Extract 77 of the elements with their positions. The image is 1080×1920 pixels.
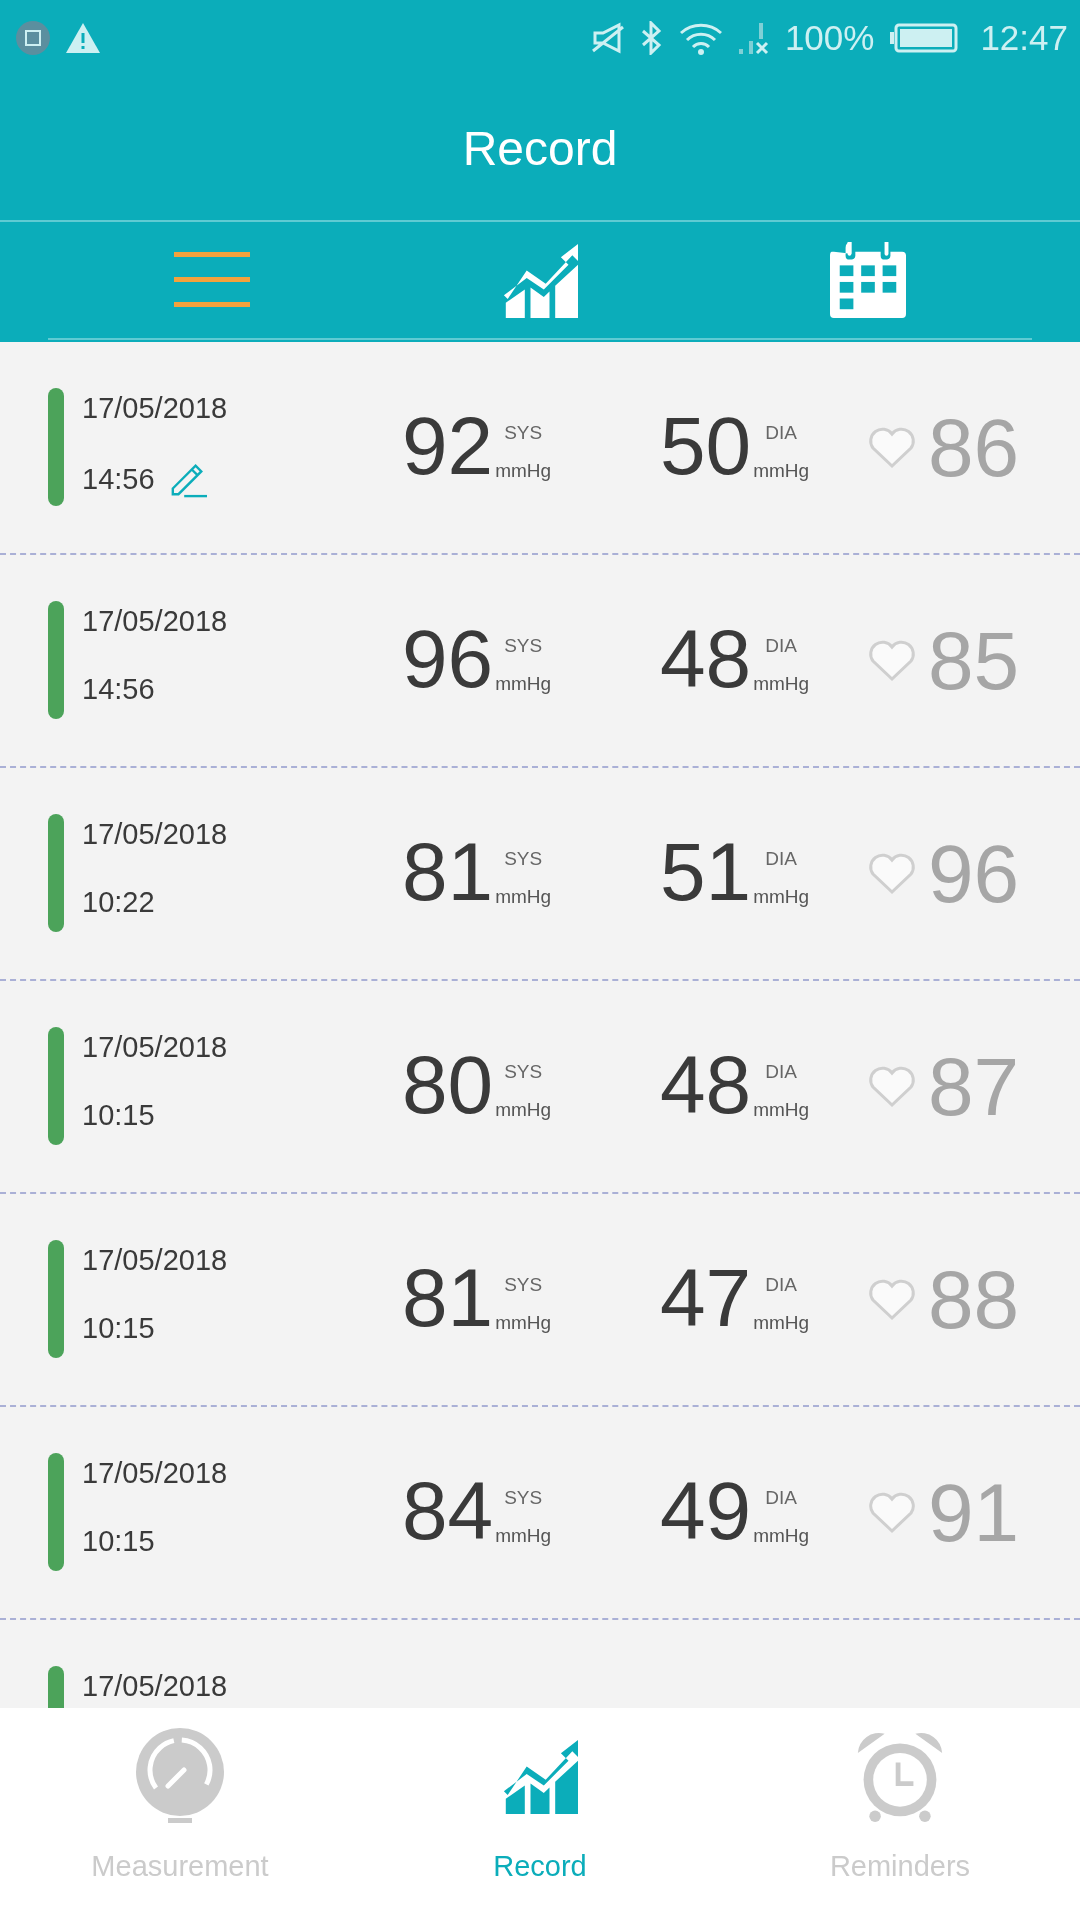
- systolic-label: SYS: [504, 848, 543, 870]
- nav-tab[interactable]: Record: [360, 1708, 720, 1920]
- record-time: 10:22: [82, 886, 155, 919]
- wifi-icon: [678, 21, 723, 55]
- record-date: 17/05/2018: [82, 392, 229, 426]
- unit-label: mmHg: [753, 886, 810, 908]
- bluetooth-icon: [640, 21, 663, 55]
- diastolic-value: 47: [660, 1258, 752, 1338]
- heart-icon: [868, 639, 916, 683]
- unit-label: mmHg: [753, 460, 810, 482]
- record-date: 17/05/2018: [82, 818, 229, 852]
- screenshot-icon: [16, 21, 50, 55]
- record-date: 17/05/2018: [82, 1670, 229, 1704]
- record-time: 14:56: [82, 673, 155, 706]
- diastolic-value: 48: [660, 1045, 752, 1125]
- record-time: 10:15: [82, 1099, 155, 1132]
- systolic-value: 80: [402, 1045, 494, 1125]
- unit-label: mmHg: [753, 1525, 810, 1547]
- record-date: 17/05/2018: [82, 1031, 229, 1065]
- record-date: 17/05/2018: [82, 1244, 229, 1278]
- systolic-label: SYS: [504, 1487, 543, 1509]
- systolic-value: 96: [402, 619, 494, 699]
- diastolic-label: DIA: [765, 1487, 798, 1509]
- diastolic-value: 50: [660, 406, 752, 486]
- systolic-label: SYS: [504, 1061, 543, 1083]
- battery-icon: [890, 23, 959, 53]
- heart-icon: [868, 1278, 916, 1322]
- chart-icon: [502, 242, 578, 318]
- unit-label: mmHg: [495, 673, 552, 695]
- diastolic-value: 48: [660, 619, 752, 699]
- chart-icon: [502, 1738, 578, 1814]
- heart-icon: [868, 852, 916, 896]
- warning-icon: [66, 23, 100, 53]
- unit-label: mmHg: [495, 1099, 552, 1121]
- signal-icon: [738, 21, 769, 55]
- diastolic-label: DIA: [765, 1274, 798, 1296]
- unit-label: mmHg: [495, 1525, 552, 1547]
- unit-label: mmHg: [495, 460, 552, 482]
- systolic-label: SYS: [504, 422, 543, 444]
- record-time: 10:15: [82, 1525, 155, 1558]
- record-date: 17/05/2018: [82, 605, 229, 639]
- record-time: 10:15: [82, 1312, 155, 1345]
- pulse-value: 86: [928, 401, 1020, 495]
- pulse-value: 88: [928, 1253, 1020, 1347]
- pulse-value: 96: [928, 827, 1020, 921]
- diastolic-label: DIA: [765, 848, 798, 870]
- heart-icon: [868, 1491, 916, 1535]
- diastolic-label: DIA: [765, 1061, 798, 1083]
- record-date: 17/05/2018: [82, 1457, 229, 1491]
- diastolic-label: DIA: [765, 635, 798, 657]
- heart-icon: [868, 426, 916, 470]
- gauge-icon: [134, 1728, 226, 1824]
- clock-time: 12:47: [980, 18, 1068, 58]
- diastolic-value: 51: [660, 832, 752, 912]
- mute-icon: [590, 21, 625, 55]
- screen-title: Record: [462, 120, 618, 176]
- heart-icon: [868, 1065, 916, 1109]
- pulse-value: 91: [928, 1466, 1020, 1560]
- systolic-value: 81: [402, 832, 494, 912]
- unit-label: mmHg: [753, 1312, 810, 1334]
- systolic-value: 92: [402, 406, 494, 486]
- diastolic-value: 49: [660, 1471, 752, 1551]
- diastolic-label: DIA: [765, 422, 798, 444]
- unit-label: mmHg: [753, 1099, 810, 1121]
- systolic-value: 81: [402, 1258, 494, 1338]
- unit-label: mmHg: [495, 1312, 552, 1334]
- unit-label: mmHg: [495, 886, 552, 908]
- pulse-value: 85: [928, 614, 1020, 708]
- menu-icon: [174, 252, 250, 308]
- battery-percent: 100%: [784, 18, 875, 58]
- systolic-label: SYS: [504, 635, 543, 657]
- systolic-label: SYS: [504, 1274, 543, 1296]
- unit-label: mmHg: [753, 673, 810, 695]
- pulse-value: 87: [928, 1040, 1020, 1134]
- calendar-icon: [830, 242, 906, 318]
- systolic-value: 84: [402, 1471, 494, 1551]
- record-time: 14:56: [82, 462, 155, 496]
